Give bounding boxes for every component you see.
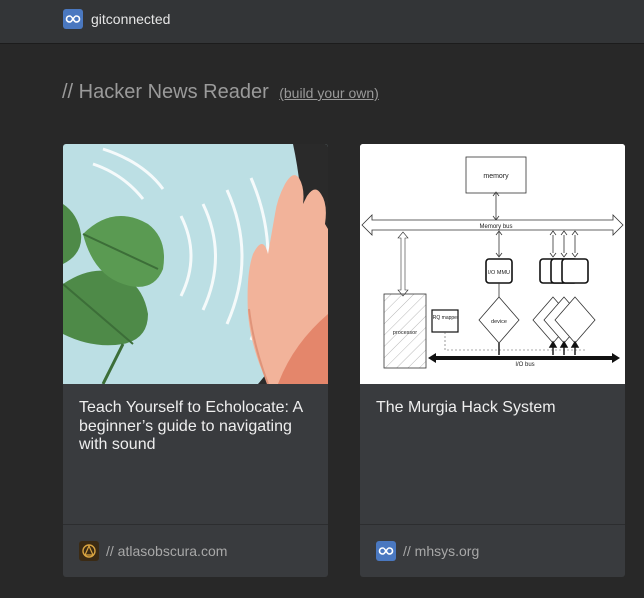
story-source: // atlasobscura.com xyxy=(63,524,328,577)
story-source: // mhsys.org xyxy=(360,524,625,577)
page-title: // Hacker News Reader xyxy=(62,81,269,103)
diagram-device-label: device xyxy=(491,319,507,325)
page-heading: // Hacker News Reader (build your own) xyxy=(62,81,379,104)
atlas-obscura-icon xyxy=(79,541,99,561)
story-card-echolocate[interactable]: Teach Yourself to Echolocate: A beginner… xyxy=(63,144,328,577)
build-your-own-link[interactable]: (build your own) xyxy=(279,85,379,101)
diagram-io-bus-label: I/O bus xyxy=(515,362,534,368)
diagram-memory-bus-label: Memory bus xyxy=(479,224,512,230)
story-card-murgia[interactable]: memory Memory bus processor I/O MMU devi… xyxy=(360,144,625,577)
story-thumbnail xyxy=(63,144,328,384)
brand-name: gitconnected xyxy=(91,11,171,27)
story-title[interactable]: Teach Yourself to Echolocate: A beginner… xyxy=(79,399,314,455)
diagram-processor-label: processor xyxy=(393,330,417,336)
brand-link[interactable]: gitconnected xyxy=(63,8,170,30)
source-domain[interactable]: // atlasobscura.com xyxy=(106,543,227,559)
top-bar: gitconnected xyxy=(0,0,644,44)
story-title[interactable]: The Murgia Hack System xyxy=(376,399,611,418)
diagram-irq-label: IRQ mapper xyxy=(431,315,459,321)
infinity-icon xyxy=(63,9,83,29)
diagram-io-mmu-label: I/O MMU xyxy=(488,270,510,276)
story-thumbnail: memory Memory bus processor I/O MMU devi… xyxy=(360,144,625,384)
infinity-icon xyxy=(376,541,396,561)
diagram-memory-label: memory xyxy=(483,173,509,180)
source-domain[interactable]: // mhsys.org xyxy=(403,543,479,559)
